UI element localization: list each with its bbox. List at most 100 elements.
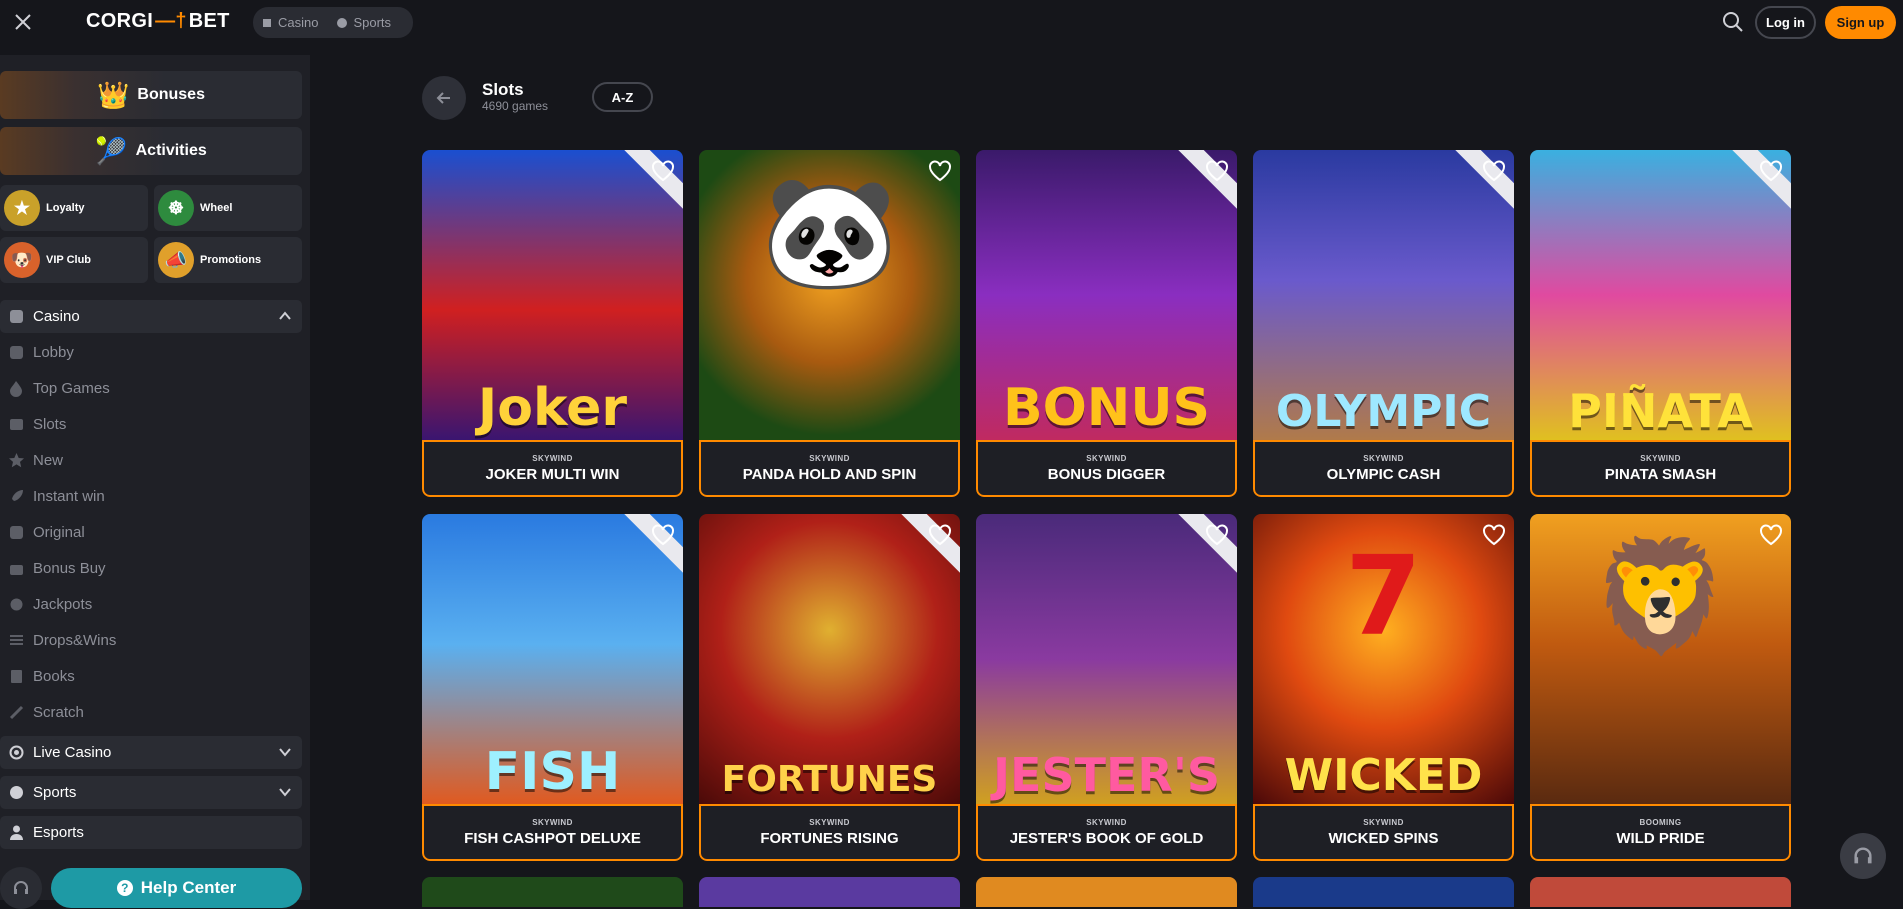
game-card-partial[interactable] [699, 877, 960, 907]
sidebar-item-label: Books [33, 668, 75, 685]
tab-casino[interactable]: Casino [261, 15, 318, 30]
game-info: SKYWIND PINATA SMASH [1530, 440, 1791, 497]
heart-icon[interactable] [1759, 160, 1783, 182]
sidebar-item-top-games[interactable]: Top Games [8, 380, 110, 397]
heart-icon[interactable] [928, 524, 952, 546]
game-card-partial[interactable] [976, 877, 1237, 907]
tile-label: Wheel [200, 202, 233, 214]
sidebar-item-label: Scratch [33, 704, 84, 721]
game-card[interactable]: 🦁 BOOMING WILD PRIDE [1530, 514, 1791, 861]
help-center-button[interactable]: ? Help Center [51, 868, 302, 908]
sidebar-item-label: New [33, 452, 64, 469]
sidebar-item-label: Jackpots [33, 596, 93, 613]
search-icon[interactable] [1722, 11, 1744, 33]
game-card[interactable]: FORTUNES SKYWIND FORTUNES RISING [699, 514, 960, 861]
sidebar-item-slots[interactable]: Slots [8, 416, 66, 433]
crown-icon: 👑 [97, 79, 130, 110]
heart-icon[interactable] [1482, 524, 1506, 546]
tab-sports[interactable]: Sports [336, 15, 391, 30]
game-card[interactable]: BONUS SKYWIND BONUS DIGGER [976, 150, 1237, 497]
heart-icon[interactable] [651, 524, 675, 546]
casino-icon [263, 18, 271, 27]
sidebar: 👑 Bonuses 🎾 Activities ★ Loyalty ☸ Wheel… [0, 55, 310, 900]
flame-icon [10, 381, 22, 397]
game-info: SKYWIND PANDA HOLD AND SPIN [699, 440, 960, 497]
signup-button[interactable]: Sign up [1825, 6, 1896, 39]
game-info: SKYWIND JOKER MULTI WIN [422, 440, 683, 497]
help-center-label: Help Center [140, 878, 237, 897]
sidebar-item-original[interactable]: Original [8, 524, 85, 541]
section-esports[interactable]: Esports [0, 816, 302, 849]
sidebar-item-scratch[interactable]: Scratch [8, 704, 84, 721]
sidebar-item-jackpots[interactable]: Jackpots [8, 596, 92, 613]
game-card[interactable]: 🐼 SKYWIND PANDA HOLD AND SPIN [699, 150, 960, 497]
tile-label: VIP Club [46, 254, 92, 266]
game-info: SKYWIND FISH CASHPOT DELUXE [422, 804, 683, 861]
game-name: PANDA HOLD AND SPIN [742, 466, 917, 483]
game-card[interactable]: 7 WICKED SKYWIND WICKED SPINS [1253, 514, 1514, 861]
sidebar-item-label: Drops&Wins [33, 632, 117, 649]
support-chat-button[interactable] [1840, 833, 1886, 879]
game-thumbnail: Joker [422, 150, 683, 440]
game-card[interactable]: OLYMPIC SKYWIND OLYMPIC CASH [1253, 150, 1514, 497]
sidebar-tile-wheel[interactable]: ☸ Wheel [154, 185, 302, 231]
game-info: SKYWIND FORTUNES RISING [699, 804, 960, 861]
back-button[interactable] [422, 76, 466, 120]
coins-icon [10, 598, 23, 611]
game-card[interactable]: JESTER'S SKYWIND JESTER'S BOOK OF GOLD [976, 514, 1237, 861]
game-card-partial[interactable] [422, 877, 683, 907]
game-card[interactable]: FISH SKYWIND FISH CASHPOT DELUXE [422, 514, 683, 861]
activities-button[interactable]: 🎾 Activities [0, 127, 302, 175]
login-button[interactable]: Log in [1755, 6, 1816, 39]
sort-az-button[interactable]: A-Z [592, 82, 653, 112]
book-icon [11, 670, 22, 683]
sidebar-tile-loyalty[interactable]: ★ Loyalty [0, 185, 148, 231]
section-casino[interactable]: Casino [0, 300, 302, 333]
game-provider: SKYWIND [809, 818, 850, 827]
game-provider: SKYWIND [809, 454, 850, 463]
heart-icon[interactable] [1205, 160, 1229, 182]
activities-label: Activities [135, 142, 207, 159]
sidebar-tile-vip[interactable]: 🐶 VIP Club [0, 237, 148, 283]
lion-icon: 🦁 [1592, 535, 1729, 658]
original-icon [10, 526, 23, 539]
heart-icon[interactable] [1205, 524, 1229, 546]
sidebar-item-lobby[interactable]: Lobby [8, 344, 74, 361]
sidebar-item-new[interactable]: New [8, 452, 63, 469]
game-name: WILD PRIDE [1616, 830, 1705, 847]
sidebar-item-bonus-buy[interactable]: Bonus Buy [8, 560, 106, 577]
section-live-casino[interactable]: Live Casino [0, 736, 302, 769]
seven-icon: 7 [1345, 532, 1422, 660]
game-card-partial[interactable] [1530, 877, 1791, 907]
game-art-text: BONUS [1002, 378, 1211, 438]
game-card[interactable]: PIÑATA SKYWIND PINATA SMASH [1530, 150, 1791, 497]
game-name: JOKER MULTI WIN [485, 466, 620, 483]
tile-label: Loyalty [46, 202, 85, 214]
heart-icon[interactable] [651, 160, 675, 182]
game-card[interactable]: Joker SKYWIND JOKER MULTI WIN [422, 150, 683, 497]
sidebar-item-instant-win[interactable]: Instant win [8, 488, 105, 505]
star-icon [9, 453, 24, 468]
game-thumbnail: PIÑATA [1530, 150, 1791, 440]
support-button[interactable] [0, 867, 42, 909]
heart-icon[interactable] [1759, 524, 1783, 546]
heart-icon[interactable] [928, 160, 952, 182]
sidebar-item-label: Bonus Buy [33, 560, 106, 577]
game-name: JESTER'S BOOK OF GOLD [1009, 830, 1204, 847]
game-thumbnail: OLYMPIC [1253, 150, 1514, 440]
game-card-partial[interactable] [1253, 877, 1514, 907]
heart-icon[interactable] [1482, 160, 1506, 182]
bonuses-button[interactable]: 👑 Bonuses [0, 71, 302, 119]
sidebar-item-label: Instant win [33, 488, 105, 505]
sidebar-tile-promotions[interactable]: 📣 Promotions [154, 237, 302, 283]
logo[interactable]: CORGI —† BET [86, 10, 230, 33]
sidebar-item-books[interactable]: Books [8, 668, 75, 685]
headset-icon [14, 881, 28, 894]
live-icon [9, 745, 24, 760]
casino-icon [10, 310, 23, 323]
sidebar-item-drops-wins[interactable]: Drops&Wins [8, 632, 116, 649]
close-icon[interactable] [12, 11, 34, 33]
game-info: BOOMING WILD PRIDE [1530, 804, 1791, 861]
section-sports[interactable]: Sports [0, 776, 302, 809]
game-thumbnail: BONUS [976, 150, 1237, 440]
